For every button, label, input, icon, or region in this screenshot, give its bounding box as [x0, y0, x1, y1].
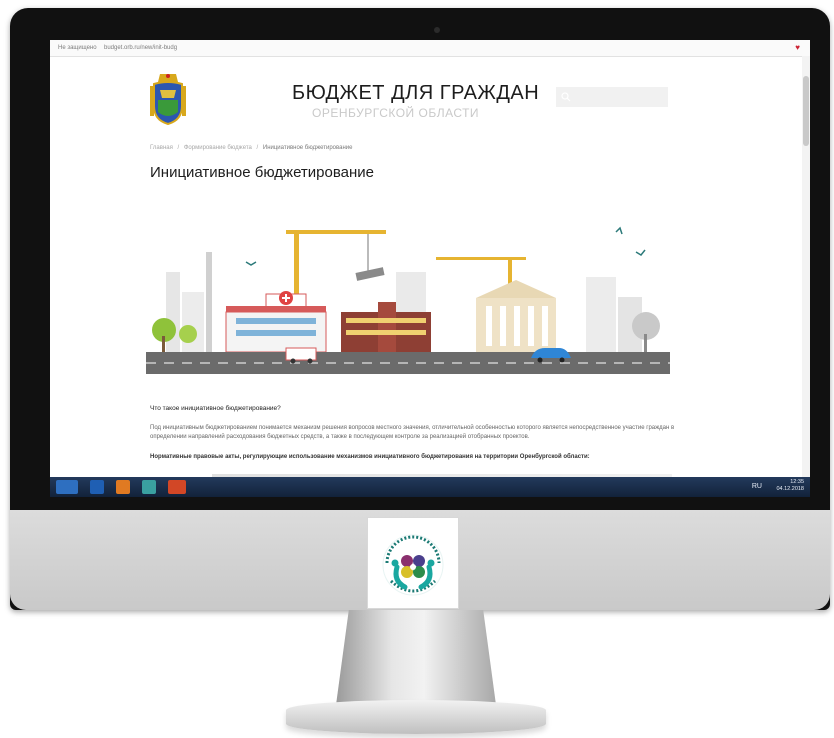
breadcrumb-budget-formation[interactable]: Формирование бюджета — [184, 145, 252, 151]
search-input[interactable] — [556, 87, 668, 107]
taskbar-app-powerpoint-icon[interactable] — [168, 480, 186, 494]
monitor-stand-neck — [336, 610, 496, 705]
breadcrumb-separator: / — [256, 145, 259, 151]
system-clock[interactable]: 12:35 04.12.2018 — [776, 479, 804, 493]
browser-window: Не защищено budget.orb.ru/new/init-budg … — [50, 40, 810, 497]
taskbar-app-phone-icon[interactable] — [90, 480, 104, 494]
start-button[interactable] — [56, 480, 78, 494]
windows-taskbar: RU 12:35 04.12.2018 — [50, 477, 810, 497]
secure-status: Не защищено — [58, 45, 97, 51]
city-construction-illustration — [146, 202, 670, 377]
breadcrumb-current: Инициативное бюджетирование — [262, 145, 353, 151]
initiative-budgeting-logo — [368, 518, 458, 608]
heart-icon[interactable]: ♥ — [795, 40, 800, 56]
search-icon — [561, 92, 571, 102]
monitor-stand-foot — [286, 700, 546, 734]
legal-acts-heading: Нормативные правовые акты, регулирующие … — [150, 454, 590, 460]
coat-of-arms-logo[interactable] — [148, 72, 188, 131]
breadcrumb-home[interactable]: Главная — [150, 145, 173, 151]
section-paragraph: Под инициативным бюджетированием понимае… — [150, 425, 675, 440]
language-indicator[interactable]: RU — [752, 483, 762, 490]
breadcrumb-separator: / — [177, 145, 180, 151]
system-tray-icons[interactable]: RU — [752, 483, 762, 490]
site-title: БЮДЖЕТ ДЛЯ ГРАЖДАН — [292, 82, 540, 104]
taskbar-app-media-icon[interactable] — [116, 480, 130, 494]
clock-time: 12:35 — [790, 479, 804, 485]
camera-icon — [434, 27, 440, 33]
clock-date: 04.12.2018 — [776, 486, 804, 492]
taskbar-app-notes-icon[interactable] — [142, 480, 156, 494]
page-scrollbar[interactable] — [802, 56, 810, 477]
site-subtitle: ОРЕНБУРГСКОЙ ОБЛАСТИ — [312, 106, 480, 120]
section-question: Что такое инициативное бюджетирование? — [150, 405, 281, 412]
url-text[interactable]: budget.orb.ru/new/init-budg — [104, 40, 177, 56]
scrollbar-thumb[interactable] — [803, 76, 809, 146]
page-title: Инициативное бюджетирование — [150, 164, 375, 181]
breadcrumb: Главная / Формирование бюджета / Инициат… — [150, 145, 355, 151]
address-bar[interactable]: Не защищено budget.orb.ru/new/init-budg … — [50, 40, 810, 57]
